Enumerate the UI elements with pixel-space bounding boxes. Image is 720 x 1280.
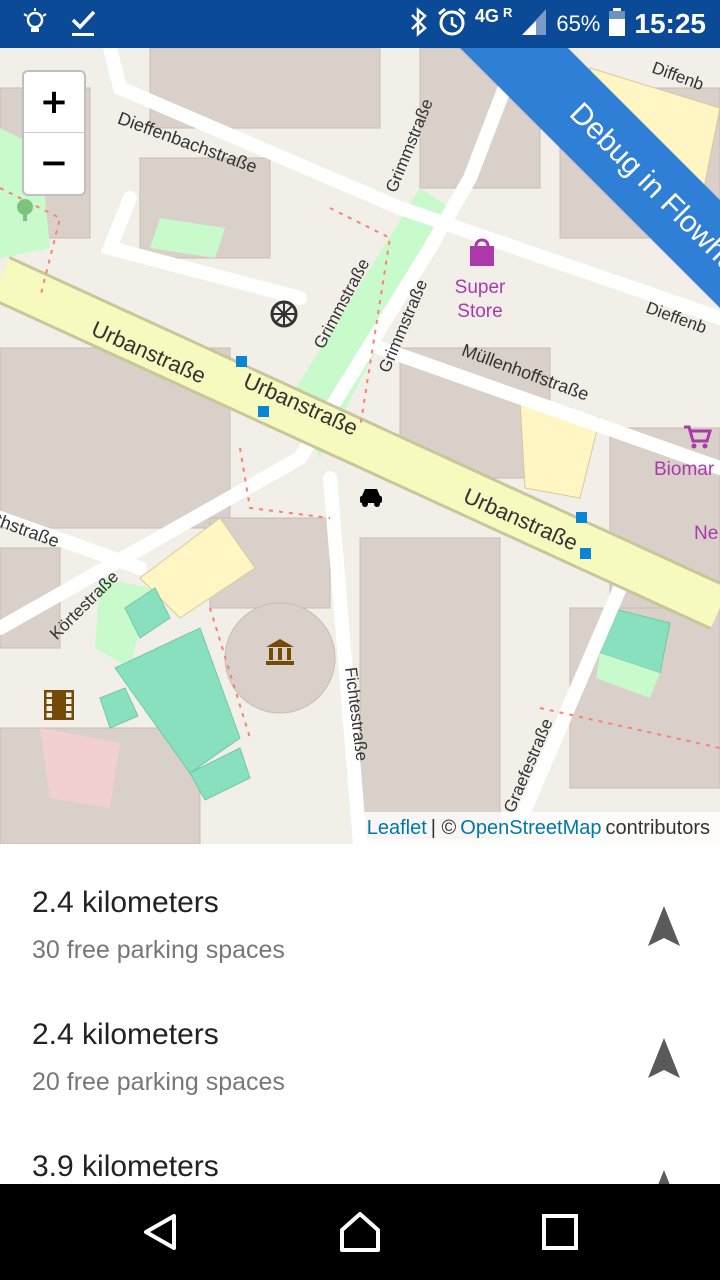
distance-label: 2.4 kilometers [32, 1018, 219, 1051]
poi-biomarkt: Biomar [654, 459, 715, 480]
list-item[interactable]: 2.4 kilometers 20 free parking spaces [0, 976, 720, 1108]
back-icon[interactable] [138, 1210, 182, 1254]
signal-icon [520, 7, 548, 41]
home-icon[interactable] [338, 1210, 382, 1254]
car-icon [358, 486, 384, 512]
battery-icon [608, 7, 626, 41]
shop-icon [468, 238, 496, 272]
status-bar: 4G R 65% 15:25 [0, 0, 720, 48]
zoom-control: + − [22, 70, 86, 196]
museum-icon [265, 638, 295, 670]
list-item[interactable]: 2.4 kilometers 30 free parking spaces [0, 844, 720, 976]
free-spaces-label: 30 free parking spaces [32, 936, 285, 964]
bulb-icon [22, 8, 48, 42]
map-attribution: Leaflet | © OpenStreetMap contributors [356, 812, 720, 844]
zoom-out-button[interactable]: − [24, 132, 84, 193]
navigation-arrow-icon[interactable] [646, 1168, 682, 1184]
battery-level: 65% [556, 11, 601, 36]
zoom-in-button[interactable]: + [24, 72, 84, 132]
system-navigation-bar [0, 1184, 720, 1280]
osm-link[interactable]: OpenStreetMap [460, 817, 601, 840]
navigation-arrow-icon[interactable] [646, 1036, 682, 1080]
poi-ne: Ne [694, 523, 719, 544]
free-spaces-label: 20 free parking spaces [32, 1068, 285, 1096]
check-icon [70, 8, 98, 42]
poi-super-store: Super Store [454, 277, 506, 322]
roaming-indicator: R [502, 4, 513, 20]
attribution-contributors: contributors [605, 816, 711, 839]
attribution-separator: | © [430, 816, 457, 839]
recents-icon[interactable] [538, 1210, 582, 1254]
distance-label: 3.9 kilometers [32, 1150, 219, 1183]
distance-label: 2.4 kilometers [32, 886, 219, 919]
alarm-icon [437, 7, 467, 41]
list-item[interactable]: 3.9 kilometers [0, 1108, 720, 1184]
leaflet-link[interactable]: Leaflet [367, 817, 427, 840]
bluetooth-icon [409, 7, 429, 41]
wheel-icon [270, 300, 298, 332]
clock: 15:25 [634, 8, 706, 39]
navigation-arrow-icon[interactable] [646, 904, 682, 948]
map-view[interactable]: Dieffenbachstraße Grimmstraße Grimmstraß… [0, 48, 720, 844]
network-type: 4G [474, 5, 499, 26]
tree-icon [14, 198, 36, 226]
cart-icon [682, 424, 713, 454]
cinema-icon [43, 689, 75, 724]
parking-results-list[interactable]: 2.4 kilometers 30 free parking spaces 2.… [0, 844, 720, 1184]
